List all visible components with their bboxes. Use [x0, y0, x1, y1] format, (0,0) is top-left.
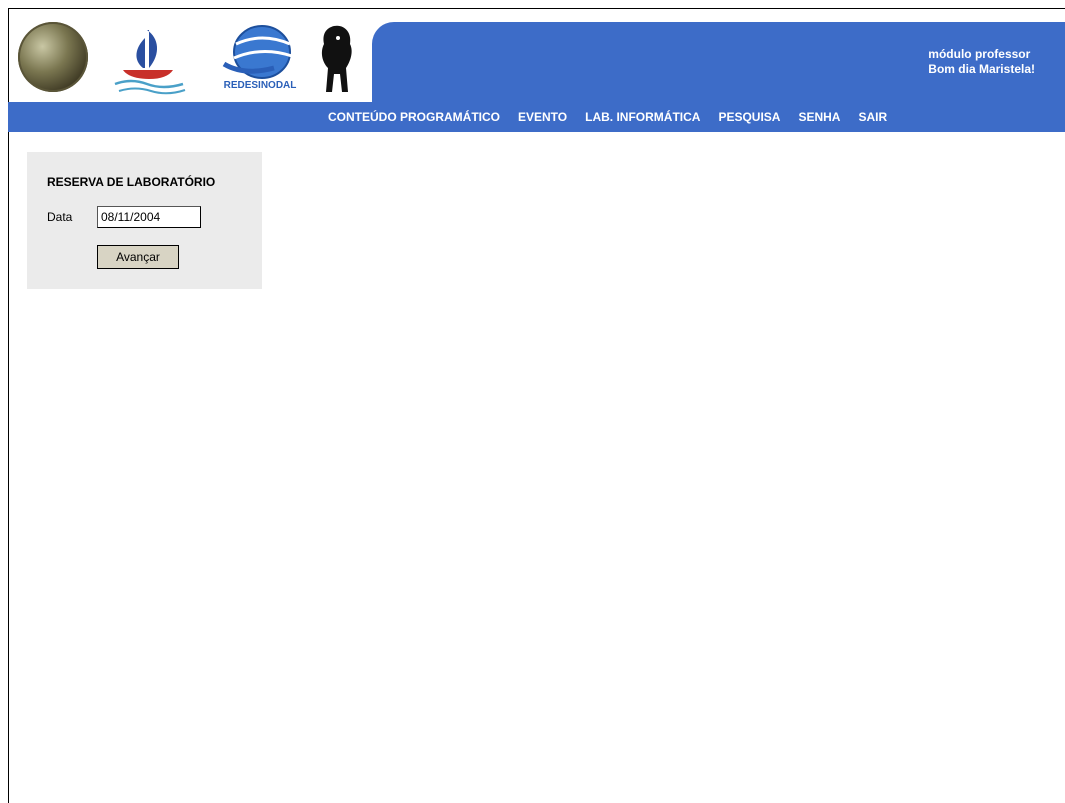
- lab-reservation-panel: RESERVA DE LABORATÓRIO Data Avançar: [27, 152, 262, 289]
- sailboat-logo: [114, 30, 186, 95]
- main-nav: CONTEÚDO PROGRAMÁTICO EVENTO LAB. INFORM…: [328, 102, 887, 132]
- nav-senha[interactable]: SENHA: [798, 110, 840, 124]
- nav-evento[interactable]: EVENTO: [518, 110, 567, 124]
- date-input[interactable]: [97, 206, 201, 228]
- nav-conteudo-programatico[interactable]: CONTEÚDO PROGRAMÁTICO: [328, 110, 500, 124]
- main-nav-bar: CONTEÚDO PROGRAMÁTICO EVENTO LAB. INFORM…: [8, 102, 1065, 132]
- date-label: Data: [47, 210, 73, 224]
- redesinodal-logo-text: REDESINODAL: [223, 80, 297, 91]
- greeting-text: Bom dia Maristela!: [928, 62, 1035, 76]
- nav-lab-informatica[interactable]: LAB. INFORMÁTICA: [585, 110, 700, 124]
- module-label: módulo professor: [928, 47, 1031, 61]
- panel-title: RESERVA DE LABORATÓRIO: [47, 175, 216, 189]
- header-banner: módulo professor Bom dia Maristela!: [372, 22, 1065, 102]
- logo-area: REDESINODAL: [14, 14, 374, 102]
- redesinodal-logo: REDESINODAL: [214, 24, 306, 102]
- nav-pesquisa[interactable]: PESQUISA: [718, 110, 780, 124]
- nav-sair[interactable]: SAIR: [858, 110, 887, 124]
- user-greeting: módulo professor Bom dia Maristela!: [928, 47, 1035, 77]
- school-emblem-logo: [18, 22, 88, 92]
- advance-button[interactable]: Avançar: [97, 245, 179, 269]
- globe-logo-icon: [222, 25, 293, 79]
- lion-logo: [321, 25, 352, 93]
